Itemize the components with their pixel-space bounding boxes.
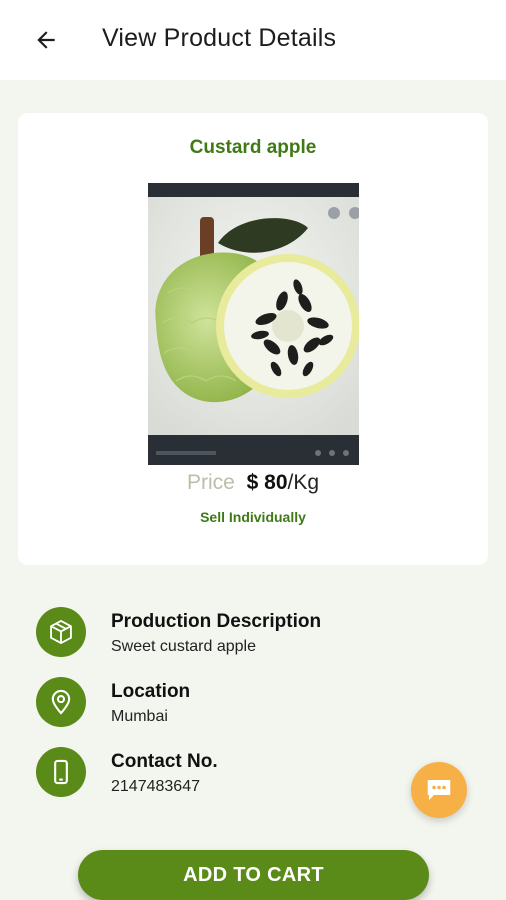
location-pin-icon-badge	[36, 677, 86, 727]
sell-mode-label: Sell Individually	[200, 509, 306, 525]
product-name: Custard apple	[189, 137, 317, 158]
location-pin-icon	[51, 689, 71, 715]
phone-icon	[54, 759, 68, 785]
phone-icon-badge	[36, 747, 86, 797]
info-title: Location	[111, 681, 191, 702]
info-value: Mumbai	[111, 708, 168, 725]
back-button[interactable]	[30, 24, 62, 56]
chat-button[interactable]	[411, 762, 467, 818]
price-label: Price	[186, 471, 235, 494]
info-value: Sweet custard apple	[111, 638, 256, 655]
info-title: Contact No.	[111, 751, 218, 772]
price-value: $ 80	[246, 471, 288, 494]
info-value: 2147483647	[111, 778, 200, 795]
price-unit: /Kg	[287, 471, 320, 494]
price-row: Price $ 80/Kg	[18, 471, 488, 495]
info-row-location: Location Mumbai	[36, 677, 456, 729]
app-bar: View Product Details	[0, 0, 506, 80]
page-title: View Product Details	[102, 24, 337, 52]
chat-icon	[427, 780, 451, 800]
box-icon-badge	[36, 607, 86, 657]
product-image[interactable]	[148, 183, 359, 465]
product-card: Custard apple Price $ 80/Kg Sell Individ…	[18, 113, 488, 565]
arrow-left-icon	[37, 31, 55, 49]
info-title: Production Description	[111, 611, 322, 632]
info-row-description: Production Description Sweet custard app…	[36, 607, 456, 659]
box-icon	[50, 619, 72, 645]
info-row-contact: Contact No. 2147483647	[36, 747, 456, 799]
add-to-cart-button[interactable]: ADD TO CART	[78, 850, 429, 900]
